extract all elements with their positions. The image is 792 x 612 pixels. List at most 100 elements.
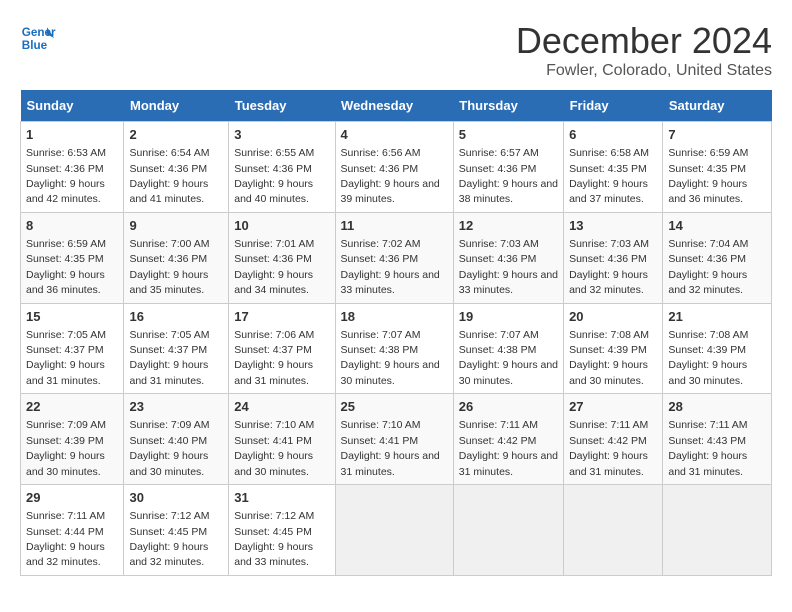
- calendar-cell: [335, 485, 453, 576]
- day-number: 14: [668, 217, 766, 235]
- day-number: 10: [234, 217, 329, 235]
- day-detail: Sunrise: 7:10 AMSunset: 4:41 PMDaylight:…: [341, 419, 440, 477]
- calendar-cell: 20 Sunrise: 7:08 AMSunset: 4:39 PMDaylig…: [564, 303, 663, 394]
- calendar-cell: [663, 485, 772, 576]
- day-number: 20: [569, 308, 657, 326]
- day-number: 22: [26, 398, 118, 416]
- calendar-cell: [453, 485, 563, 576]
- calendar-title: December 2024: [516, 20, 772, 62]
- calendar-cell: 10 Sunrise: 7:01 AMSunset: 4:36 PMDaylig…: [229, 212, 335, 303]
- calendar-cell: 3 Sunrise: 6:55 AMSunset: 4:36 PMDayligh…: [229, 122, 335, 213]
- calendar-cell: 25 Sunrise: 7:10 AMSunset: 4:41 PMDaylig…: [335, 394, 453, 485]
- calendar-header-row: SundayMondayTuesdayWednesdayThursdayFrid…: [21, 90, 772, 122]
- title-area: December 2024 Fowler, Colorado, United S…: [516, 20, 772, 80]
- day-number: 2: [129, 126, 223, 144]
- week-row-2: 8 Sunrise: 6:59 AMSunset: 4:35 PMDayligh…: [21, 212, 772, 303]
- svg-text:Blue: Blue: [22, 39, 48, 52]
- day-number: 8: [26, 217, 118, 235]
- day-detail: Sunrise: 7:11 AMSunset: 4:42 PMDaylight:…: [459, 419, 558, 477]
- svg-text:General: General: [22, 26, 56, 39]
- day-number: 3: [234, 126, 329, 144]
- calendar-cell: 11 Sunrise: 7:02 AMSunset: 4:36 PMDaylig…: [335, 212, 453, 303]
- day-number: 6: [569, 126, 657, 144]
- day-detail: Sunrise: 7:04 AMSunset: 4:36 PMDaylight:…: [668, 238, 748, 296]
- day-number: 9: [129, 217, 223, 235]
- calendar-cell: 13 Sunrise: 7:03 AMSunset: 4:36 PMDaylig…: [564, 212, 663, 303]
- day-detail: Sunrise: 7:07 AMSunset: 4:38 PMDaylight:…: [341, 329, 440, 387]
- day-header-sunday: Sunday: [21, 90, 124, 122]
- week-row-5: 29 Sunrise: 7:11 AMSunset: 4:44 PMDaylig…: [21, 485, 772, 576]
- day-header-friday: Friday: [564, 90, 663, 122]
- header: General Blue December 2024 Fowler, Color…: [20, 20, 772, 80]
- calendar-cell: [564, 485, 663, 576]
- day-detail: Sunrise: 7:01 AMSunset: 4:36 PMDaylight:…: [234, 238, 314, 296]
- day-detail: Sunrise: 7:00 AMSunset: 4:36 PMDaylight:…: [129, 238, 209, 296]
- calendar-cell: 28 Sunrise: 7:11 AMSunset: 4:43 PMDaylig…: [663, 394, 772, 485]
- day-detail: Sunrise: 6:59 AMSunset: 4:35 PMDaylight:…: [26, 238, 106, 296]
- day-detail: Sunrise: 7:11 AMSunset: 4:43 PMDaylight:…: [668, 419, 747, 477]
- week-row-4: 22 Sunrise: 7:09 AMSunset: 4:39 PMDaylig…: [21, 394, 772, 485]
- day-number: 4: [341, 126, 448, 144]
- day-number: 12: [459, 217, 558, 235]
- day-detail: Sunrise: 7:11 AMSunset: 4:44 PMDaylight:…: [26, 510, 105, 568]
- day-number: 15: [26, 308, 118, 326]
- day-detail: Sunrise: 6:59 AMSunset: 4:35 PMDaylight:…: [668, 147, 748, 205]
- day-number: 23: [129, 398, 223, 416]
- calendar-cell: 31 Sunrise: 7:12 AMSunset: 4:45 PMDaylig…: [229, 485, 335, 576]
- day-detail: Sunrise: 6:53 AMSunset: 4:36 PMDaylight:…: [26, 147, 106, 205]
- calendar-table: SundayMondayTuesdayWednesdayThursdayFrid…: [20, 90, 772, 576]
- day-number: 5: [459, 126, 558, 144]
- day-number: 19: [459, 308, 558, 326]
- day-detail: Sunrise: 6:57 AMSunset: 4:36 PMDaylight:…: [459, 147, 558, 205]
- calendar-cell: 17 Sunrise: 7:06 AMSunset: 4:37 PMDaylig…: [229, 303, 335, 394]
- day-number: 24: [234, 398, 329, 416]
- calendar-cell: 5 Sunrise: 6:57 AMSunset: 4:36 PMDayligh…: [453, 122, 563, 213]
- day-number: 7: [668, 126, 766, 144]
- calendar-cell: 2 Sunrise: 6:54 AMSunset: 4:36 PMDayligh…: [124, 122, 229, 213]
- calendar-subtitle: Fowler, Colorado, United States: [516, 62, 772, 80]
- day-detail: Sunrise: 6:54 AMSunset: 4:36 PMDaylight:…: [129, 147, 209, 205]
- week-row-3: 15 Sunrise: 7:05 AMSunset: 4:37 PMDaylig…: [21, 303, 772, 394]
- day-detail: Sunrise: 6:55 AMSunset: 4:36 PMDaylight:…: [234, 147, 314, 205]
- calendar-cell: 8 Sunrise: 6:59 AMSunset: 4:35 PMDayligh…: [21, 212, 124, 303]
- day-detail: Sunrise: 7:06 AMSunset: 4:37 PMDaylight:…: [234, 329, 314, 387]
- calendar-cell: 1 Sunrise: 6:53 AMSunset: 4:36 PMDayligh…: [21, 122, 124, 213]
- calendar-cell: 22 Sunrise: 7:09 AMSunset: 4:39 PMDaylig…: [21, 394, 124, 485]
- day-number: 27: [569, 398, 657, 416]
- calendar-cell: 12 Sunrise: 7:03 AMSunset: 4:36 PMDaylig…: [453, 212, 563, 303]
- calendar-cell: 24 Sunrise: 7:10 AMSunset: 4:41 PMDaylig…: [229, 394, 335, 485]
- logo-icon: General Blue: [20, 20, 56, 56]
- day-header-wednesday: Wednesday: [335, 90, 453, 122]
- day-number: 17: [234, 308, 329, 326]
- calendar-cell: 15 Sunrise: 7:05 AMSunset: 4:37 PMDaylig…: [21, 303, 124, 394]
- calendar-cell: 14 Sunrise: 7:04 AMSunset: 4:36 PMDaylig…: [663, 212, 772, 303]
- day-number: 13: [569, 217, 657, 235]
- week-row-1: 1 Sunrise: 6:53 AMSunset: 4:36 PMDayligh…: [21, 122, 772, 213]
- day-detail: Sunrise: 7:02 AMSunset: 4:36 PMDaylight:…: [341, 238, 440, 296]
- day-header-monday: Monday: [124, 90, 229, 122]
- day-header-saturday: Saturday: [663, 90, 772, 122]
- day-number: 28: [668, 398, 766, 416]
- calendar-cell: 21 Sunrise: 7:08 AMSunset: 4:39 PMDaylig…: [663, 303, 772, 394]
- day-number: 26: [459, 398, 558, 416]
- calendar-cell: 6 Sunrise: 6:58 AMSunset: 4:35 PMDayligh…: [564, 122, 663, 213]
- day-number: 1: [26, 126, 118, 144]
- day-detail: Sunrise: 7:05 AMSunset: 4:37 PMDaylight:…: [26, 329, 106, 387]
- day-number: 29: [26, 489, 118, 507]
- day-detail: Sunrise: 6:58 AMSunset: 4:35 PMDaylight:…: [569, 147, 649, 205]
- day-detail: Sunrise: 7:11 AMSunset: 4:42 PMDaylight:…: [569, 419, 648, 477]
- day-detail: Sunrise: 7:12 AMSunset: 4:45 PMDaylight:…: [129, 510, 209, 568]
- day-detail: Sunrise: 6:56 AMSunset: 4:36 PMDaylight:…: [341, 147, 440, 205]
- calendar-cell: 7 Sunrise: 6:59 AMSunset: 4:35 PMDayligh…: [663, 122, 772, 213]
- day-detail: Sunrise: 7:09 AMSunset: 4:39 PMDaylight:…: [26, 419, 106, 477]
- day-detail: Sunrise: 7:05 AMSunset: 4:37 PMDaylight:…: [129, 329, 209, 387]
- day-detail: Sunrise: 7:03 AMSunset: 4:36 PMDaylight:…: [459, 238, 558, 296]
- calendar-cell: 9 Sunrise: 7:00 AMSunset: 4:36 PMDayligh…: [124, 212, 229, 303]
- calendar-cell: 4 Sunrise: 6:56 AMSunset: 4:36 PMDayligh…: [335, 122, 453, 213]
- day-detail: Sunrise: 7:08 AMSunset: 4:39 PMDaylight:…: [668, 329, 748, 387]
- day-number: 18: [341, 308, 448, 326]
- day-number: 31: [234, 489, 329, 507]
- day-header-tuesday: Tuesday: [229, 90, 335, 122]
- day-detail: Sunrise: 7:08 AMSunset: 4:39 PMDaylight:…: [569, 329, 649, 387]
- day-number: 25: [341, 398, 448, 416]
